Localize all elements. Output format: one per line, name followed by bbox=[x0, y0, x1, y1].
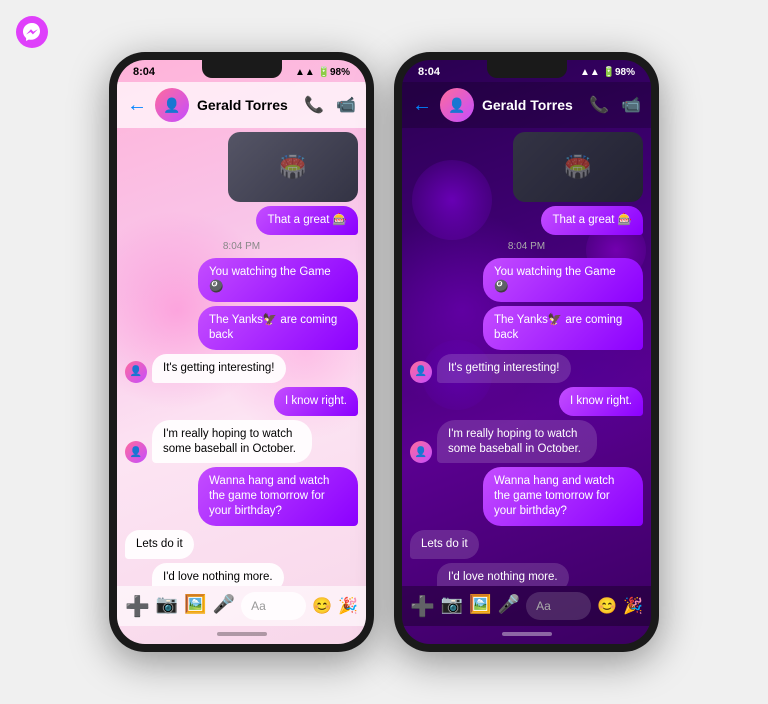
status-bar-light: 8:04 ▲▲ 🔋98% bbox=[117, 60, 366, 82]
bubble-watching-dark: You watching the Game 🎱 bbox=[483, 258, 643, 302]
bubble-baseball-light: I'm really hoping to watch some baseball… bbox=[152, 420, 312, 464]
bubble-interesting-light: It's getting interesting! bbox=[152, 354, 286, 383]
msg-yanks-light: The Yanks🦅 are coming back bbox=[125, 306, 358, 350]
bubble-interesting-dark: It's getting interesting! bbox=[437, 354, 571, 383]
msg-yanks-dark: The Yanks🦅 are coming back bbox=[410, 306, 643, 350]
party-icon-dark[interactable]: 🎉 bbox=[623, 596, 643, 616]
emoji-icon-dark[interactable]: 😊 bbox=[597, 596, 617, 616]
time-light: 8:04 bbox=[133, 66, 155, 78]
contact-name-light: Gerald Torres bbox=[197, 97, 296, 113]
msg-iknow-dark: I know right. bbox=[410, 387, 643, 416]
msg-great-dark: That a great 🎰 bbox=[410, 206, 643, 235]
input-bar-light: ➕ 📷 🖼️ 🎤 Aa 😊 🎉 bbox=[117, 586, 366, 626]
header-avatar-dark: 👤 bbox=[440, 88, 474, 122]
video-button-light[interactable]: 📹 bbox=[336, 95, 356, 115]
camera-icon-dark[interactable]: 📷 bbox=[441, 594, 463, 619]
chat-header-light: ← 👤 Gerald Torres 📞 📹 bbox=[117, 82, 366, 128]
bubble-love-light: I'd love nothing more. bbox=[152, 563, 284, 586]
input-field-light[interactable]: Aa bbox=[241, 592, 306, 620]
msg-letsdo-light: Lets do it bbox=[125, 530, 358, 559]
timestamp-light: 8:04 PM bbox=[125, 239, 358, 254]
timestamp-dark: 8:04 PM bbox=[410, 239, 643, 254]
input-bar-dark: ➕ 📷 🖼️ 🎤 Aa 😊 🎉 bbox=[402, 586, 651, 626]
bubble-baseball-dark: I'm really hoping to watch some baseball… bbox=[437, 420, 597, 464]
image-icon-light[interactable]: 🖼️ bbox=[184, 594, 206, 619]
msg-love-light: 👤 I'd love nothing more. 👍 bbox=[125, 563, 358, 586]
input-field-dark[interactable]: Aa bbox=[526, 592, 591, 620]
header-avatar-light: 👤 bbox=[155, 88, 189, 122]
mic-icon-dark[interactable]: 🎤 bbox=[498, 594, 520, 619]
msg-interesting-light: 👤 It's getting interesting! bbox=[125, 354, 358, 383]
bubble-hang-light: Wanna hang and watch the game tomorrow f… bbox=[198, 467, 358, 526]
avatar-other-light: 👤 bbox=[125, 361, 147, 383]
call-button-light[interactable]: 📞 bbox=[304, 95, 324, 115]
image-icon-dark[interactable]: 🖼️ bbox=[469, 594, 491, 619]
msg-great-light: That a great 🎰 bbox=[125, 206, 358, 235]
msg-baseball-dark: 👤 I'm really hoping to watch some baseba… bbox=[410, 420, 643, 464]
bubble-hang-dark: Wanna hang and watch the game tomorrow f… bbox=[483, 467, 643, 526]
home-bar-dark bbox=[402, 626, 651, 644]
messages-dark: 🏟️ That a great 🎰 8:04 PM You watching t… bbox=[402, 128, 651, 586]
msg-hang-dark: Wanna hang and watch the game tomorrow f… bbox=[410, 467, 643, 526]
msg-letsdo-dark: Lets do it bbox=[410, 530, 643, 559]
avatar-other-dark: 👤 bbox=[410, 361, 432, 383]
bubble-great-dark: That a great 🎰 bbox=[541, 206, 643, 235]
light-phone: 8:04 ▲▲ 🔋98% ← 👤 Gerald Torres 📞 📹 🏟️ bbox=[109, 52, 374, 652]
status-bar-dark: 8:04 ▲▲ 🔋98% bbox=[402, 60, 651, 82]
back-button-dark[interactable]: ← bbox=[412, 94, 432, 117]
party-icon-light[interactable]: 🎉 bbox=[338, 596, 358, 616]
bubble-letsdo-light: Lets do it bbox=[125, 530, 194, 559]
bubble-iknow-dark: I know right. bbox=[559, 387, 643, 416]
bubble-yanks-dark: The Yanks🦅 are coming back bbox=[483, 306, 643, 350]
emoji-icon-light[interactable]: 😊 bbox=[312, 596, 332, 616]
msg-interesting-dark: 👤 It's getting interesting! bbox=[410, 354, 643, 383]
plus-icon-dark[interactable]: ➕ bbox=[410, 594, 435, 619]
msg-watching-light: You watching the Game 🎱 bbox=[125, 258, 358, 302]
call-button-dark[interactable]: 📞 bbox=[589, 95, 609, 115]
bubble-yanks-light: The Yanks🦅 are coming back bbox=[198, 306, 358, 350]
msg-hang-light: Wanna hang and watch the game tomorrow f… bbox=[125, 467, 358, 526]
nav-bar-light bbox=[117, 626, 366, 644]
contact-name-dark: Gerald Torres bbox=[482, 97, 581, 113]
bubble-letsdo-dark: Lets do it bbox=[410, 530, 479, 559]
msg-baseball-light: 👤 I'm really hoping to watch some baseba… bbox=[125, 420, 358, 464]
mic-icon-light[interactable]: 🎤 bbox=[213, 594, 235, 619]
time-dark: 8:04 bbox=[418, 66, 440, 78]
status-icons-dark: ▲▲ 🔋98% bbox=[580, 67, 635, 78]
fb-messenger-logo bbox=[16, 16, 48, 48]
bubble-great-light: That a great 🎰 bbox=[256, 206, 358, 235]
image-message-dark: 🏟️ bbox=[410, 132, 643, 202]
camera-icon-light[interactable]: 📷 bbox=[156, 594, 178, 619]
msg-watching-dark: You watching the Game 🎱 bbox=[410, 258, 643, 302]
bubble-love-dark: I'd love nothing more. bbox=[437, 563, 569, 586]
msg-love-dark: 👤 I'd love nothing more. 👍 bbox=[410, 563, 643, 586]
back-button-light[interactable]: ← bbox=[127, 94, 147, 117]
status-icons-light: ▲▲ 🔋98% bbox=[295, 67, 350, 78]
dark-phone: 8:04 ▲▲ 🔋98% ← 👤 Gerald Torres 📞 📹 🏟️ bbox=[394, 52, 659, 652]
image-message-light: 🏟️ bbox=[125, 132, 358, 202]
avatar-baseball-dark: 👤 bbox=[410, 441, 432, 463]
messages-light: 🏟️ That a great 🎰 8:04 PM You watching t… bbox=[117, 128, 366, 586]
avatar-baseball-light: 👤 bbox=[125, 441, 147, 463]
chat-header-dark: ← 👤 Gerald Torres 📞 📹 bbox=[402, 82, 651, 128]
bubble-iknow-light: I know right. bbox=[274, 387, 358, 416]
msg-iknow-light: I know right. bbox=[125, 387, 358, 416]
plus-icon-light[interactable]: ➕ bbox=[125, 594, 150, 619]
video-button-dark[interactable]: 📹 bbox=[621, 95, 641, 115]
bubble-watching-light: You watching the Game 🎱 bbox=[198, 258, 358, 302]
